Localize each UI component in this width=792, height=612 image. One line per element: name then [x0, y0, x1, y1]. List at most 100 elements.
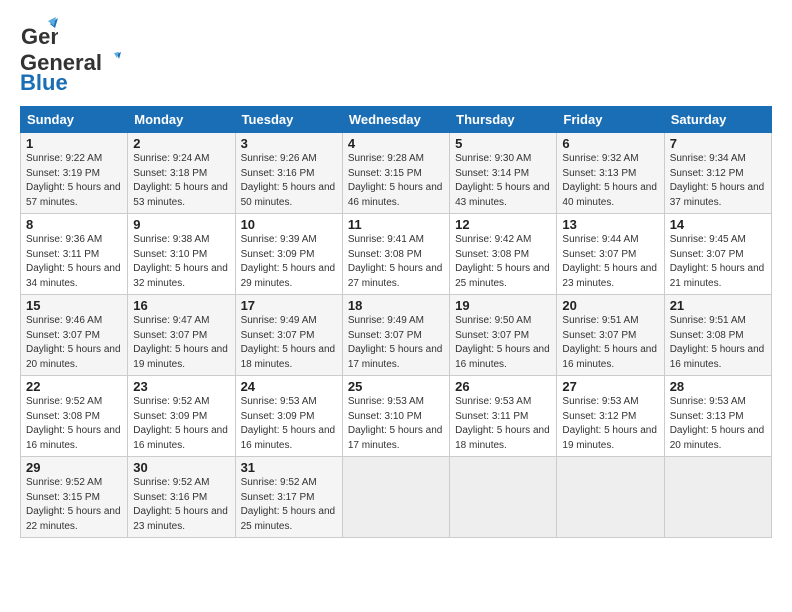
- calendar-cell-day-4: 4Sunrise: 9:28 AMSunset: 3:15 PMDaylight…: [342, 133, 449, 214]
- calendar-cell-day-11: 11Sunrise: 9:41 AMSunset: 3:08 PMDayligh…: [342, 214, 449, 295]
- empty-cell: [450, 457, 557, 538]
- day-info: Sunrise: 9:45 AMSunset: 3:07 PMDaylight:…: [670, 233, 766, 291]
- day-number: 29: [26, 460, 122, 475]
- calendar-cell-day-29: 29Sunrise: 9:52 AMSunset: 3:15 PMDayligh…: [21, 457, 128, 538]
- calendar-cell-day-8: 8Sunrise: 9:36 AMSunset: 3:11 PMDaylight…: [21, 214, 128, 295]
- day-info: Sunrise: 9:52 AMSunset: 3:15 PMDaylight:…: [26, 476, 122, 534]
- calendar-cell-day-7: 7Sunrise: 9:34 AMSunset: 3:12 PMDaylight…: [664, 133, 771, 214]
- calendar-cell-day-13: 13Sunrise: 9:44 AMSunset: 3:07 PMDayligh…: [557, 214, 664, 295]
- calendar-table: SundayMondayTuesdayWednesdayThursdayFrid…: [20, 106, 772, 538]
- calendar-cell-day-12: 12Sunrise: 9:42 AMSunset: 3:08 PMDayligh…: [450, 214, 557, 295]
- calendar-cell-day-2: 2Sunrise: 9:24 AMSunset: 3:18 PMDaylight…: [128, 133, 235, 214]
- day-number: 20: [562, 298, 658, 313]
- calendar-cell-day-19: 19Sunrise: 9:50 AMSunset: 3:07 PMDayligh…: [450, 295, 557, 376]
- day-number: 27: [562, 379, 658, 394]
- calendar-cell-day-27: 27Sunrise: 9:53 AMSunset: 3:12 PMDayligh…: [557, 376, 664, 457]
- calendar-cell-day-15: 15Sunrise: 9:46 AMSunset: 3:07 PMDayligh…: [21, 295, 128, 376]
- logo: General General Blue: [20, 16, 121, 96]
- calendar-row-2: 8Sunrise: 9:36 AMSunset: 3:11 PMDaylight…: [21, 214, 772, 295]
- calendar-cell-day-9: 9Sunrise: 9:38 AMSunset: 3:10 PMDaylight…: [128, 214, 235, 295]
- weekday-header-wednesday: Wednesday: [342, 107, 449, 133]
- day-info: Sunrise: 9:52 AMSunset: 3:17 PMDaylight:…: [241, 476, 337, 534]
- calendar-cell-day-30: 30Sunrise: 9:52 AMSunset: 3:16 PMDayligh…: [128, 457, 235, 538]
- day-number: 16: [133, 298, 229, 313]
- day-number: 3: [241, 136, 337, 151]
- day-number: 12: [455, 217, 551, 232]
- weekday-header-sunday: Sunday: [21, 107, 128, 133]
- calendar-row-1: 1Sunrise: 9:22 AMSunset: 3:19 PMDaylight…: [21, 133, 772, 214]
- day-info: Sunrise: 9:53 AMSunset: 3:13 PMDaylight:…: [670, 395, 766, 453]
- empty-cell: [664, 457, 771, 538]
- day-number: 22: [26, 379, 122, 394]
- calendar-cell-day-1: 1Sunrise: 9:22 AMSunset: 3:19 PMDaylight…: [21, 133, 128, 214]
- day-number: 7: [670, 136, 766, 151]
- calendar-cell-day-26: 26Sunrise: 9:53 AMSunset: 3:11 PMDayligh…: [450, 376, 557, 457]
- weekday-header-tuesday: Tuesday: [235, 107, 342, 133]
- calendar-cell-day-31: 31Sunrise: 9:52 AMSunset: 3:17 PMDayligh…: [235, 457, 342, 538]
- weekday-header-row: SundayMondayTuesdayWednesdayThursdayFrid…: [21, 107, 772, 133]
- day-number: 21: [670, 298, 766, 313]
- calendar-row-4: 22Sunrise: 9:52 AMSunset: 3:08 PMDayligh…: [21, 376, 772, 457]
- calendar-cell-day-24: 24Sunrise: 9:53 AMSunset: 3:09 PMDayligh…: [235, 376, 342, 457]
- day-number: 25: [348, 379, 444, 394]
- calendar-row-5: 29Sunrise: 9:52 AMSunset: 3:15 PMDayligh…: [21, 457, 772, 538]
- calendar-cell-day-28: 28Sunrise: 9:53 AMSunset: 3:13 PMDayligh…: [664, 376, 771, 457]
- day-number: 18: [348, 298, 444, 313]
- calendar-cell-day-5: 5Sunrise: 9:30 AMSunset: 3:14 PMDaylight…: [450, 133, 557, 214]
- day-number: 31: [241, 460, 337, 475]
- weekday-header-friday: Friday: [557, 107, 664, 133]
- day-number: 14: [670, 217, 766, 232]
- day-info: Sunrise: 9:53 AMSunset: 3:10 PMDaylight:…: [348, 395, 444, 453]
- day-info: Sunrise: 9:47 AMSunset: 3:07 PMDaylight:…: [133, 314, 229, 372]
- day-number: 26: [455, 379, 551, 394]
- day-info: Sunrise: 9:34 AMSunset: 3:12 PMDaylight:…: [670, 152, 766, 210]
- day-number: 24: [241, 379, 337, 394]
- logo-icon: General: [20, 16, 58, 54]
- calendar-cell-day-22: 22Sunrise: 9:52 AMSunset: 3:08 PMDayligh…: [21, 376, 128, 457]
- calendar-cell-day-14: 14Sunrise: 9:45 AMSunset: 3:07 PMDayligh…: [664, 214, 771, 295]
- day-info: Sunrise: 9:36 AMSunset: 3:11 PMDaylight:…: [26, 233, 122, 291]
- weekday-header-monday: Monday: [128, 107, 235, 133]
- day-info: Sunrise: 9:52 AMSunset: 3:08 PMDaylight:…: [26, 395, 122, 453]
- empty-cell: [342, 457, 449, 538]
- weekday-header-saturday: Saturday: [664, 107, 771, 133]
- page: General General Blue SundayMondayTuesday: [0, 0, 792, 612]
- day-number: 6: [562, 136, 658, 151]
- svg-text:General: General: [21, 24, 58, 49]
- day-number: 23: [133, 379, 229, 394]
- day-info: Sunrise: 9:53 AMSunset: 3:09 PMDaylight:…: [241, 395, 337, 453]
- calendar-cell-day-25: 25Sunrise: 9:53 AMSunset: 3:10 PMDayligh…: [342, 376, 449, 457]
- day-number: 5: [455, 136, 551, 151]
- day-number: 15: [26, 298, 122, 313]
- calendar-cell-day-17: 17Sunrise: 9:49 AMSunset: 3:07 PMDayligh…: [235, 295, 342, 376]
- day-info: Sunrise: 9:46 AMSunset: 3:07 PMDaylight:…: [26, 314, 122, 372]
- header: General General Blue: [20, 16, 772, 96]
- day-info: Sunrise: 9:50 AMSunset: 3:07 PMDaylight:…: [455, 314, 551, 372]
- day-info: Sunrise: 9:24 AMSunset: 3:18 PMDaylight:…: [133, 152, 229, 210]
- day-info: Sunrise: 9:32 AMSunset: 3:13 PMDaylight:…: [562, 152, 658, 210]
- day-number: 8: [26, 217, 122, 232]
- calendar-cell-day-21: 21Sunrise: 9:51 AMSunset: 3:08 PMDayligh…: [664, 295, 771, 376]
- day-info: Sunrise: 9:22 AMSunset: 3:19 PMDaylight:…: [26, 152, 122, 210]
- day-number: 9: [133, 217, 229, 232]
- calendar-cell-day-6: 6Sunrise: 9:32 AMSunset: 3:13 PMDaylight…: [557, 133, 664, 214]
- day-info: Sunrise: 9:41 AMSunset: 3:08 PMDaylight:…: [348, 233, 444, 291]
- calendar-cell-day-3: 3Sunrise: 9:26 AMSunset: 3:16 PMDaylight…: [235, 133, 342, 214]
- day-info: Sunrise: 9:49 AMSunset: 3:07 PMDaylight:…: [241, 314, 337, 372]
- calendar-cell-day-10: 10Sunrise: 9:39 AMSunset: 3:09 PMDayligh…: [235, 214, 342, 295]
- calendar-cell-day-20: 20Sunrise: 9:51 AMSunset: 3:07 PMDayligh…: [557, 295, 664, 376]
- day-info: Sunrise: 9:44 AMSunset: 3:07 PMDaylight:…: [562, 233, 658, 291]
- logo-blue: Blue: [20, 70, 68, 96]
- calendar-row-3: 15Sunrise: 9:46 AMSunset: 3:07 PMDayligh…: [21, 295, 772, 376]
- day-info: Sunrise: 9:51 AMSunset: 3:08 PMDaylight:…: [670, 314, 766, 372]
- calendar-cell-day-18: 18Sunrise: 9:49 AMSunset: 3:07 PMDayligh…: [342, 295, 449, 376]
- day-info: Sunrise: 9:39 AMSunset: 3:09 PMDaylight:…: [241, 233, 337, 291]
- day-info: Sunrise: 9:42 AMSunset: 3:08 PMDaylight:…: [455, 233, 551, 291]
- day-number: 13: [562, 217, 658, 232]
- day-number: 30: [133, 460, 229, 475]
- logo-bird-icon: [103, 52, 121, 70]
- day-info: Sunrise: 9:51 AMSunset: 3:07 PMDaylight:…: [562, 314, 658, 372]
- day-number: 1: [26, 136, 122, 151]
- day-info: Sunrise: 9:49 AMSunset: 3:07 PMDaylight:…: [348, 314, 444, 372]
- day-info: Sunrise: 9:38 AMSunset: 3:10 PMDaylight:…: [133, 233, 229, 291]
